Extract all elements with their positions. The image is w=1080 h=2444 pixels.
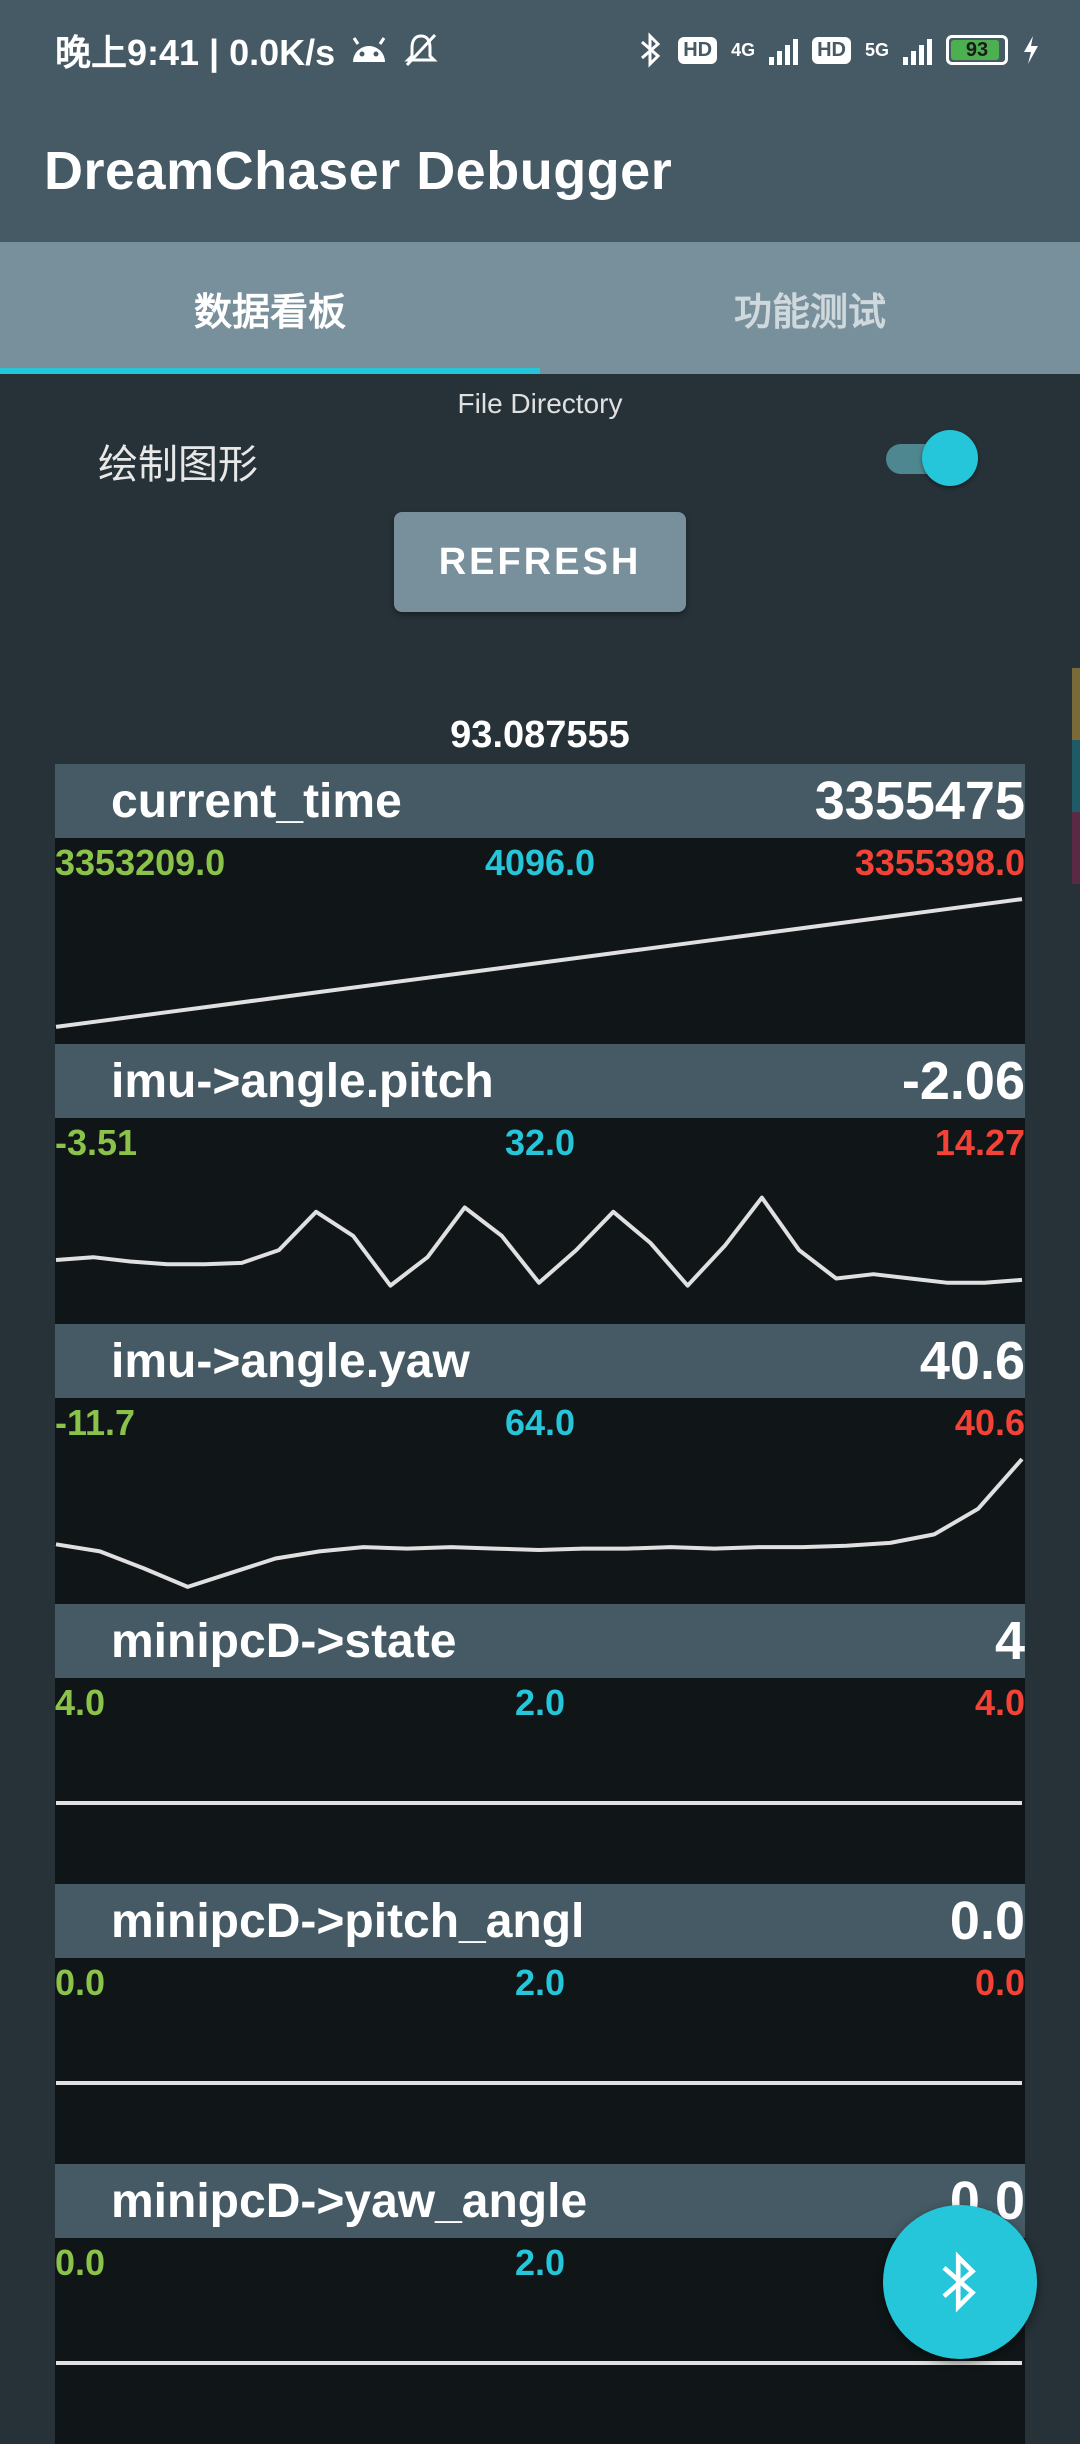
panel-trace-line	[55, 1457, 1024, 1589]
panel-trace-plot	[55, 897, 1023, 1029]
file-directory-label[interactable]: File Directory	[0, 388, 1080, 420]
draw-graph-label: 绘制图形	[98, 443, 258, 487]
panel-max-value: 3355398.0	[854, 842, 1025, 883]
panel-variable-name: minipcD->pitch_angl	[111, 1894, 585, 1948]
bluetooth-icon	[638, 32, 664, 68]
tab-bar: 数据看板 功能测试	[0, 242, 1080, 374]
panel-trace-plot	[55, 1457, 1024, 1589]
tab-data-board[interactable]: 数据看板	[0, 242, 540, 374]
panel-current-value: 4	[994, 1611, 1025, 1671]
panel-header: current_time 3355475	[55, 764, 1025, 838]
panel-stats: 0.0 2.0	[55, 2238, 1025, 2283]
panel-stats: -11.7 64.0 40.6	[55, 1398, 1025, 1443]
panel-header: imu->angle.yaw 40.6	[55, 1324, 1025, 1398]
panel-sample-count: 2.0	[514, 1962, 566, 2003]
panel-current-value: 40.6	[919, 1331, 1025, 1391]
panel-sample-count: 64.0	[504, 1402, 576, 1443]
panel-trace-plot	[56, 1801, 1022, 1805]
timestamp-value: 93.087555	[450, 714, 630, 756]
panel-trace-plot	[56, 2081, 1022, 2085]
monitor-panel: minipcD->state 4 4.0 2.0 4.0	[55, 1604, 1025, 1884]
tab-function-test[interactable]: 功能测试	[540, 242, 1080, 374]
battery-level: 93	[965, 38, 989, 61]
monitor-panel: minipcD->yaw_angle 0.0 0.0 2.0	[55, 2164, 1025, 2444]
monitor-panel: minipcD->pitch_angl 0.0 0.0 2.0 0.0	[55, 1884, 1025, 2164]
panel-header: minipcD->yaw_angle 0.0	[55, 2164, 1025, 2238]
network-4g-label: 4G	[731, 40, 756, 60]
panel-trace-plot	[55, 1195, 1023, 1288]
silent-bell-icon	[403, 32, 439, 68]
bluetooth-fab-button[interactable]	[883, 2205, 1037, 2359]
panel-variable-name: current_time	[111, 774, 402, 828]
status-bar: 晚上9:41 | 0.0K/s HD 4G HD 5G 93	[0, 0, 1080, 100]
bluetooth-icon	[942, 2251, 976, 2313]
panel-header: imu->angle.pitch -2.06	[55, 1044, 1025, 1118]
app-bar: DreamChaser Debugger	[0, 100, 1080, 242]
hd-badge-2: HD	[812, 36, 851, 64]
panel-sample-count: 2.0	[514, 2242, 566, 2283]
refresh-button[interactable]: REFRESH	[394, 512, 686, 612]
panel-max-value: 40.6	[954, 1402, 1025, 1443]
draw-graph-switch[interactable]	[886, 430, 978, 486]
panel-trace-line	[55, 897, 1023, 1029]
panel-stats: -3.51 32.0 14.27	[55, 1118, 1025, 1163]
monitor-panel: current_time 3355475 3353209.0 4096.0 335539…	[55, 764, 1025, 1044]
signal-icon-2	[903, 35, 932, 65]
app-title: DreamChaser Debugger	[44, 141, 673, 201]
switch-knob	[922, 430, 978, 486]
signal-icon	[769, 35, 799, 65]
panel-stats: 3353209.0 4096.0 3355398.0	[55, 838, 1025, 883]
panel-header: minipcD->pitch_angl 0.0	[55, 1884, 1025, 1958]
panel-trace-line	[55, 1195, 1023, 1288]
charging-icon	[1022, 35, 1040, 65]
monitor-panel: imu->angle.yaw 40.6 -11.7 64.0 40.6	[55, 1324, 1025, 1604]
panel-variable-name: imu->angle.yaw	[111, 1334, 470, 1388]
panel-sample-count: 32.0	[504, 1122, 576, 1163]
network-5g-label: 5G	[864, 40, 889, 60]
status-time-speed: 晚上9:41 | 0.0K/s	[55, 32, 336, 73]
panel-current-value: -2.06	[901, 1051, 1025, 1111]
panel-variable-name: minipcD->yaw_angle	[111, 2174, 588, 2228]
edge-handle-3[interactable]	[1072, 812, 1080, 884]
panel-variable-name: imu->angle.pitch	[111, 1054, 494, 1108]
monitor-panel: imu->angle.pitch -2.06 -3.51 32.0 14.27	[55, 1044, 1025, 1324]
android-icon	[349, 36, 389, 64]
panel-current-value: 0.0	[949, 1891, 1025, 1951]
panel-current-value: 3355475	[814, 771, 1025, 831]
panel-variable-name: minipcD->state	[111, 1614, 457, 1668]
panel-max-value: 14.27	[934, 1122, 1025, 1163]
panel-sample-count: 2.0	[514, 1682, 566, 1723]
panel-stats: 4.0 2.0 4.0	[55, 1678, 1025, 1723]
hd-badge: HD	[678, 36, 718, 64]
battery-icon: 93	[946, 35, 1008, 65]
panel-max-value: 4.0	[974, 1682, 1025, 1723]
panel-max-value: 0.0	[974, 1962, 1025, 2003]
panel-header: minipcD->state 4	[55, 1604, 1025, 1678]
panel-trace-plot	[56, 2361, 1022, 2365]
panel-stats: 0.0 2.0 0.0	[55, 1958, 1025, 2003]
